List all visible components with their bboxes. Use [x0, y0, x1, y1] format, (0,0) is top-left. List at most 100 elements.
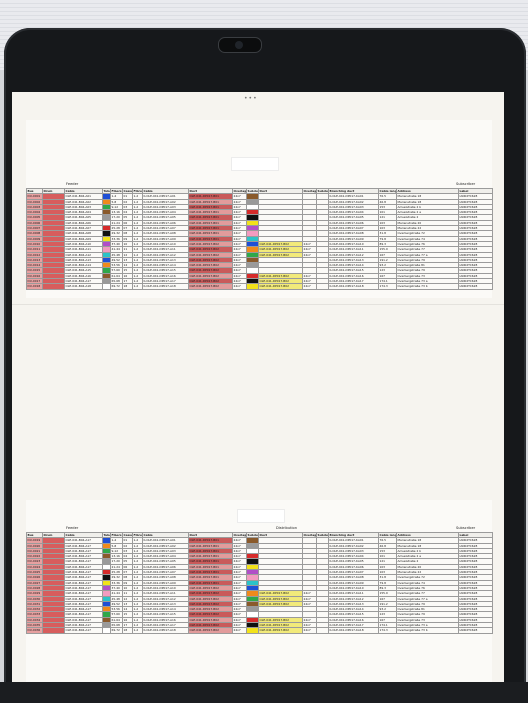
table-cell: 24x7 — [232, 283, 247, 290]
table-cell: 18 — [122, 283, 133, 290]
table-cell: DU-0017 — [26, 278, 43, 285]
column-header: Subduct — [316, 187, 329, 195]
table-cell: DU-0004 — [26, 209, 43, 216]
table-cell: 1-2 — [132, 283, 143, 290]
table-cell: DU-0020 — [26, 542, 43, 549]
column-header: Cable length — [378, 531, 397, 539]
table-cell: DU-0012 — [26, 251, 43, 258]
table-cell: 18 — [122, 627, 133, 634]
table-cell: DU-0034 — [26, 616, 43, 624]
table-cell: DU-0005 — [26, 214, 43, 221]
table-cell: 24x7 — [302, 627, 317, 634]
table-cell: DU-0009 — [26, 235, 43, 242]
table-cell: OLE-041-DP017-B02 — [188, 283, 233, 290]
table-cell: DU-0007 — [26, 225, 43, 232]
table-cell: 24x7 — [302, 283, 317, 290]
table-cell: 1-2 — [132, 627, 143, 634]
column-header: Subduct — [246, 531, 259, 539]
table-cell: DU-0021 — [26, 547, 43, 555]
table-cell: Overbergstraße 73 b — [396, 627, 459, 634]
column-header: Overlage — [232, 531, 247, 539]
table-cell: DU-0016 — [26, 272, 43, 280]
table-cell: DU-0002 — [26, 198, 43, 205]
table-cell — [42, 627, 65, 634]
redacted-title — [238, 510, 284, 522]
table-cell: K-OLE-041-DP017-KA18 — [328, 283, 379, 290]
column-header: Tube — [102, 187, 111, 195]
column-header: Fibers — [110, 187, 123, 195]
table-cell — [246, 627, 259, 634]
table-cell: DU-0033 — [26, 611, 43, 618]
data-table-bottom: BusDrumCableTubeFibersCassetteFibresCabl… — [26, 531, 493, 634]
table-cell: OLE-041-B04-A17 — [64, 627, 103, 634]
table-cell: DU-0019 — [26, 537, 43, 544]
front-camera — [218, 37, 262, 53]
column-header: Fibers — [110, 531, 123, 539]
table-row: DU-0036 OLE-041-B04-A17 69-72 18 1-2 K-OLE-04… — [26, 627, 493, 634]
table-cell: DU-0006 — [26, 219, 43, 227]
table-cell: DU-0028 — [26, 584, 43, 592]
table-cell — [316, 283, 329, 290]
table-cell: DU-0030 — [26, 595, 43, 602]
table-cell: DU-0011 — [26, 246, 43, 253]
table-cell: DU-0008 — [26, 230, 43, 237]
tablet-bottom-bezel — [0, 682, 528, 703]
tablet-screen: ••• Feeder Subscriber Bus Drum Cable Tube Fi… — [12, 92, 504, 682]
table-cell: DU-0031 — [26, 600, 43, 608]
table-cell: 24x7 — [232, 627, 247, 634]
table-cell: IAN02TC628 — [458, 283, 493, 290]
redacted-title — [232, 158, 278, 170]
table-cell: DU-0027 — [26, 579, 43, 586]
column-header: Cassette — [122, 531, 133, 539]
group-label-feeder: Feeder — [66, 182, 79, 186]
table-cell: OLE-041-DP017-B02 — [188, 627, 233, 634]
spreadsheet-page-bottom: Feeder Distribution Subscriber Bus Drum Ca… — [26, 500, 493, 682]
table-cell: OLE-041-DP017-B02 — [258, 283, 303, 290]
table-cell — [316, 627, 329, 634]
multitasking-dots-icon[interactable]: ••• — [244, 95, 258, 102]
table-cell: K-OLE-041-DP017-KA18 — [328, 627, 379, 634]
group-label-subscriber: Subscriber — [456, 182, 476, 186]
table-cell: 69-72 — [110, 627, 123, 634]
table-cell: 69-72 — [110, 283, 123, 290]
table-cell: DU-0010 — [26, 240, 43, 248]
page-gap — [12, 304, 504, 305]
table-cell: Overbergstraße 73 b — [396, 283, 459, 290]
table-cell — [102, 283, 111, 290]
column-header: Overlage — [302, 531, 317, 539]
table-cell: DU-0024 — [26, 563, 43, 571]
table-cell: K-OLE-041-DP017-A18 — [142, 283, 189, 290]
column-header: Fibres — [132, 187, 143, 195]
column-header: Fibres — [132, 531, 143, 539]
group-label-subscriber: Subscriber — [456, 526, 476, 530]
column-header: Subduct — [246, 187, 259, 195]
group-label-feeder: Feeder — [66, 526, 79, 530]
column-header: Cable length — [378, 187, 397, 195]
table-row: DU-0018 OLE-041-B04-A18 69-72 18 1-2 K-OLE-04… — [26, 283, 493, 290]
table-cell: DU-0026 — [26, 574, 43, 581]
table-cell: 174.3 — [378, 283, 397, 290]
table-cell — [102, 627, 111, 634]
table-cell: DU-0003 — [26, 203, 43, 211]
group-label-distribution: Distribution — [276, 526, 297, 530]
table-cell: DU-0001 — [26, 193, 43, 200]
table-cell: DU-0036 — [26, 627, 43, 634]
column-header: Tube — [102, 531, 111, 539]
table-cell — [42, 283, 65, 290]
table-cell: DU-0014 — [26, 262, 43, 269]
table-cell: DU-0025 — [26, 569, 43, 576]
column-header: Cassette — [122, 187, 133, 195]
column-header: Subduct — [316, 531, 329, 539]
table-cell: DU-0015 — [26, 267, 43, 274]
data-table-top: BusDrumCableTubeFibersCassetteFibresCabl… — [26, 187, 493, 290]
table-cell: IAN02TC628 — [458, 627, 493, 634]
table-cell: DU-0023 — [26, 558, 43, 565]
column-header: Overlage — [232, 187, 247, 195]
table-cell: DU-0029 — [26, 590, 43, 597]
table-cell: OLE-041-B04-A18 — [64, 283, 103, 290]
table-cell — [246, 283, 259, 290]
table-cell: DU-0018 — [26, 283, 43, 290]
table-cell: DU-0035 — [26, 622, 43, 629]
spreadsheet-page-top: Feeder Subscriber Bus Drum Cable Tube Fibers… — [26, 120, 493, 298]
table-cell: OLE-041-DP017-B02 — [258, 627, 303, 634]
